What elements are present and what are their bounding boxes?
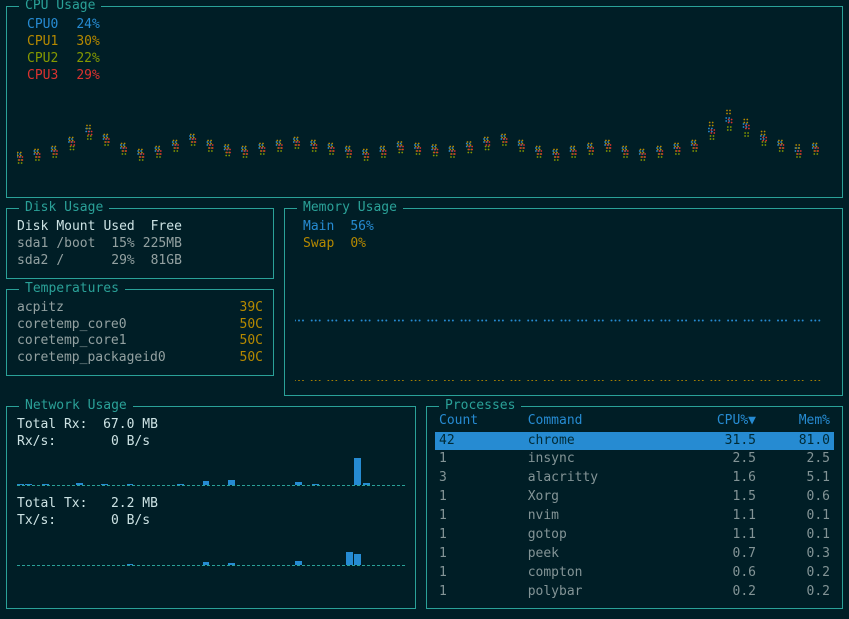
- net-rx-rate: Rx/s: 0 B/s: [17, 434, 405, 451]
- processes-panel: Processes Count Command CPU%▼ Mem% 42chr…: [426, 406, 843, 609]
- disk-usage-panel: Disk Usage Disk Mount Used Free sda1/boo…: [6, 208, 274, 279]
- process-row[interactable]: 42chrome31.581.0: [435, 432, 834, 451]
- disk-col-used: Used: [103, 219, 142, 236]
- memory-sparkline: [295, 273, 832, 381]
- temperatures-panel: Temperatures acpitz39Ccoretemp_core050Cc…: [6, 289, 274, 377]
- process-row[interactable]: 1peek0.70.3: [435, 545, 834, 564]
- cpu-sparkline: [17, 91, 832, 186]
- disk-row: sda2/29%81GB: [17, 253, 190, 270]
- memory-usage-panel: Memory Usage Main56%Swap0%: [284, 208, 843, 396]
- mem-label-1: Swap: [303, 236, 334, 253]
- panel-title-mem: Memory Usage: [297, 200, 403, 217]
- panel-title-disk: Disk Usage: [19, 200, 109, 217]
- mem-value-0: 56%: [350, 219, 373, 236]
- cpu-value-2: 22%: [76, 51, 99, 68]
- panel-title-temp: Temperatures: [19, 281, 125, 298]
- temp-row: acpitz39C: [17, 300, 263, 317]
- temp-row: coretemp_packageid050C: [17, 350, 263, 367]
- cpu-value-0: 24%: [76, 17, 99, 34]
- cpu-label-1: CPU1: [27, 34, 58, 51]
- temp-row: coretemp_core050C: [17, 317, 263, 334]
- panel-title-proc: Processes: [439, 398, 521, 415]
- process-row[interactable]: 1nvim1.10.1: [435, 507, 834, 526]
- temp-row: coretemp_core150C: [17, 333, 263, 350]
- net-tx-total: Total Tx: 2.2 MB: [17, 496, 405, 513]
- cpu-label-3: CPU3: [27, 68, 58, 85]
- cpu-label-2: CPU2: [27, 51, 58, 68]
- panel-title-cpu: CPU Usage: [19, 0, 101, 15]
- process-row[interactable]: 1insync2.52.5: [435, 450, 834, 469]
- process-row[interactable]: 1Xorg1.50.6: [435, 488, 834, 507]
- disk-col-mount: Mount: [56, 219, 103, 236]
- disk-row: sda1/boot15%225MB: [17, 236, 190, 253]
- disk-col-free: Free: [143, 219, 190, 236]
- net-tx-chart: [17, 534, 405, 566]
- panel-title-net: Network Usage: [19, 398, 133, 415]
- process-row[interactable]: 1polybar0.20.2: [435, 583, 834, 602]
- proc-col-mem[interactable]: Mem%: [760, 413, 834, 432]
- disk-table: Disk Mount Used Free sda1/boot15%225MBsd…: [17, 219, 190, 270]
- cpu-value-3: 29%: [76, 68, 99, 85]
- network-usage-panel: Network Usage Total Rx: 67.0 MB Rx/s: 0 …: [6, 406, 416, 609]
- proc-col-count[interactable]: Count: [435, 413, 524, 432]
- cpu-label-0: CPU0: [27, 17, 58, 34]
- process-row[interactable]: 1compton0.60.2: [435, 564, 834, 583]
- cpu-value-1: 30%: [76, 34, 99, 51]
- mem-label-0: Main: [303, 219, 334, 236]
- net-tx-rate: Tx/s: 0 B/s: [17, 513, 405, 530]
- proc-col-command[interactable]: Command: [524, 413, 672, 432]
- memory-list: Main 56% Swap 0%: [303, 219, 374, 253]
- process-row[interactable]: 1gotop1.10.1: [435, 526, 834, 545]
- net-rx-total: Total Rx: 67.0 MB: [17, 417, 405, 434]
- net-rx-chart: [17, 454, 405, 486]
- mem-value-1: 0%: [350, 236, 373, 253]
- cpu-list: CPU0 24% CPU1 30% CPU2 22% CPU3 29%: [27, 17, 100, 85]
- cpu-usage-panel: CPU Usage CPU024%CPU130%CPU222%CPU329%: [6, 6, 843, 198]
- disk-col-disk: Disk: [17, 219, 56, 236]
- process-table[interactable]: Count Command CPU%▼ Mem% 42chrome31.581.…: [435, 413, 834, 602]
- process-row[interactable]: 3alacritty1.65.1: [435, 469, 834, 488]
- proc-col-cpu[interactable]: CPU%▼: [671, 413, 760, 432]
